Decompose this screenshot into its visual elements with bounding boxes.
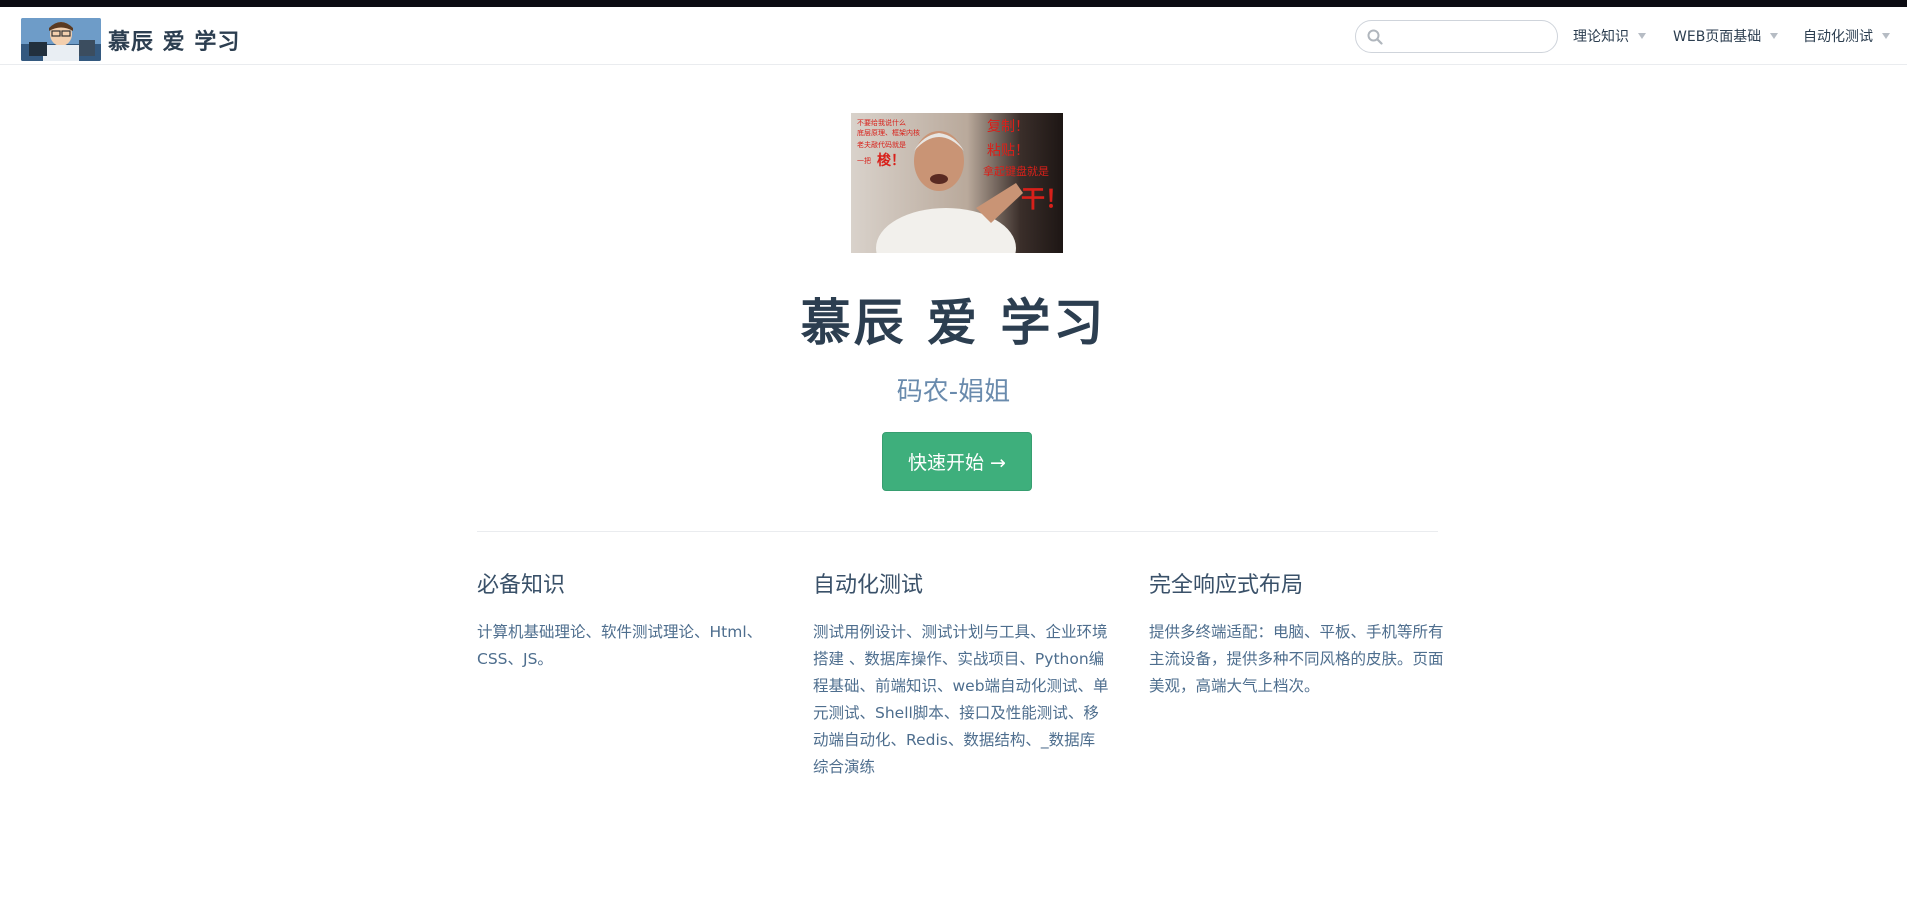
hero-description: 码农-娟姐 <box>896 377 1011 407</box>
feature-details: 提供多终端适配：电脑、平板、手机等所有主流设备，提供多种不同风格的皮肤。页面美观… <box>1149 623 1444 695</box>
search-icon <box>1367 29 1383 45</box>
chevron-down-icon <box>1882 33 1890 39</box>
navbar: 慕辰 爱 学习 理论知识 WEB页面基础 自动化测试 <box>0 7 1907 65</box>
feature-details: 计算机基础理论、软件测试理论、Html、CSS、JS。 <box>477 623 763 668</box>
site-logo <box>21 18 101 61</box>
home-link[interactable]: 慕辰 爱 学习 <box>21 18 240 61</box>
feature-title: 必备知识 <box>477 573 566 598</box>
meme-line-1: 不要给我说什么 <box>857 118 906 127</box>
feature-title: 完全响应式布局 <box>1149 573 1304 598</box>
nav-item-web-basics[interactable]: WEB页面基础 <box>1673 26 1779 46</box>
feature-card-responsive: 完全响应式布局 提供多终端适配：电脑、平板、手机等所有主流设备，提供多种不同风格… <box>1149 569 1446 700</box>
hero-image: 不要给我说什么 底层原理、框架内核 老夫敲代码就是 一把 梭！ 复制！ 粘贴！ … <box>851 113 1063 253</box>
get-started-button[interactable]: 快速开始 → <box>882 432 1032 491</box>
search-box[interactable] <box>1355 20 1558 53</box>
meme-line-4: 一把 <box>857 156 871 165</box>
chevron-down-icon <box>1770 33 1779 39</box>
feature-card-automation: 自动化测试 测试用例设计、测试计划与工具、企业环境搭建 、数据库操作、实战项目、… <box>813 569 1110 781</box>
meme-line-3: 老夫敲代码就是 <box>857 140 906 149</box>
nav-item-theory[interactable]: 理论知识 <box>1573 26 1646 46</box>
meme-right-2: 粘贴！ <box>987 143 1029 159</box>
meme-line-2: 底层原理、框架内核 <box>857 128 920 137</box>
nav-item-automation[interactable]: 自动化测试 <box>1803 26 1890 46</box>
browser-top-strip <box>0 0 1907 7</box>
meme-big-left: 梭！ <box>877 152 905 169</box>
hero-title: 慕辰 爱 学习 <box>800 294 1107 352</box>
site-name: 慕辰 爱 学习 <box>108 29 241 55</box>
nav-item-label: WEB页面基础 <box>1673 29 1762 45</box>
hero-divider <box>477 531 1438 532</box>
nav-item-label: 理论知识 <box>1573 29 1629 45</box>
meme-right-3: 拿起键盘就是 <box>983 164 1049 178</box>
feature-details: 测试用例设计、测试计划与工具、企业环境搭建 、数据库操作、实战项目、Python… <box>813 623 1109 776</box>
chevron-down-icon <box>1638 33 1646 39</box>
meme-big-right: 干！ <box>1021 185 1063 213</box>
search-input[interactable] <box>1389 25 1549 49</box>
feature-card-basics: 必备知识 计算机基础理论、软件测试理论、Html、CSS、JS。 <box>477 569 774 673</box>
meme-right-1: 复制！ <box>987 118 1029 135</box>
nav-item-label: 自动化测试 <box>1803 29 1873 45</box>
feature-title: 自动化测试 <box>813 573 924 598</box>
